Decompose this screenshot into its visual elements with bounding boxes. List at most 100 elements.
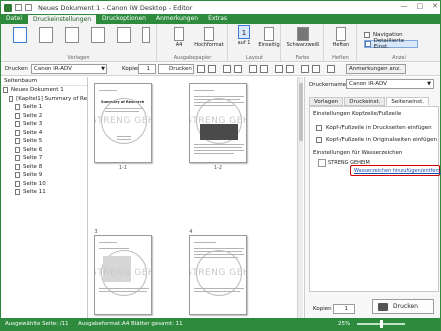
app-window: Neues Dokument 1 - Canon iW Desktop - Ed… (0, 0, 441, 331)
tree-item[interactable]: Neues Dokument 1 (1, 86, 87, 95)
group-label: Ausgabepapier (173, 55, 212, 61)
toolbar-icon-5[interactable] (249, 65, 257, 73)
page-settings-panel: Einstellungen Kopfzeile/Fußzeile Kopf-/F… (309, 106, 441, 292)
close-button[interactable]: ✕ (432, 2, 438, 10)
toolbar-icon-8[interactable] (286, 65, 294, 73)
tree-item[interactable]: Seite 1 (1, 103, 87, 112)
template-5-button[interactable] (113, 27, 135, 44)
show-annotations-button[interactable]: Anmerkungen anz. (346, 64, 406, 74)
preview-scrollbar[interactable] (297, 77, 303, 318)
maximize-button[interactable]: □ (417, 2, 424, 10)
tree-item[interactable]: Seite 5 (1, 137, 87, 146)
toolbar-icon-11[interactable] (327, 65, 335, 73)
zoom-slider-thumb[interactable] (380, 320, 383, 328)
tree-item[interactable]: Seite 6 (1, 146, 87, 155)
watermark-text: STRENG GEHEIM (189, 268, 246, 278)
tree-item[interactable]: Seite 7 (1, 154, 87, 163)
staple-button[interactable]: Heften (329, 27, 353, 48)
title-bar: Neues Dokument 1 - Canon iW Desktop - Ed… (1, 1, 440, 14)
template-more-button[interactable] (139, 27, 153, 44)
tree-item[interactable]: Seite 9 (1, 171, 87, 180)
tree-item-label: Seite 4 (23, 129, 43, 136)
tab-druckeinst[interactable]: Druckeinst. (344, 97, 386, 106)
tree-item[interactable]: Seite 11 (1, 188, 87, 197)
save-icon[interactable] (15, 4, 22, 11)
toolbar-icon-10[interactable] (312, 65, 320, 73)
settings-pane: Druckername: Canon iR-ADV ▼ Vorlagen Druc… (304, 77, 441, 318)
tree-item[interactable]: Seite 2 (1, 112, 87, 121)
folder-icon (9, 95, 14, 102)
group-farbe: Schwarzweiß Farbe (282, 24, 324, 62)
layout-button[interactable]: 1 auf 1 (233, 25, 255, 46)
tree-item[interactable]: [Kapitel1] Summary of Re (1, 95, 87, 104)
tree-item-label: Seite 9 (23, 172, 43, 179)
tab-extras[interactable]: Extras (203, 14, 232, 24)
toolbar-icon-2[interactable] (208, 65, 216, 73)
print-button[interactable]: Drucken (372, 299, 434, 314)
orientation-button[interactable]: Hochformat (192, 27, 226, 48)
minimize-button[interactable]: — (401, 2, 408, 10)
tree-item[interactable]: Seite 4 (1, 129, 87, 138)
template-1-button[interactable] (9, 27, 31, 44)
tab-druckoptionen[interactable]: Druckoptionen (97, 14, 151, 24)
tab-vorlagen[interactable]: Vorlagen (309, 97, 344, 106)
copies-control: Kopien 1 (313, 304, 355, 314)
status-bar: Ausgewählte Seite: /11 Ausgabeformat:A4 … (1, 318, 440, 331)
page-thumbnail[interactable]: STRENG GEHEIM (94, 235, 152, 315)
page-tree: Neues Dokument 1 [Kapitel1] Summary of Re… (1, 86, 87, 197)
tab-druckeinstellungen[interactable]: Druckeinstellungen (27, 14, 98, 24)
copies-input[interactable]: 1 (138, 64, 156, 74)
toolbar-icon-7[interactable] (275, 65, 283, 73)
printer-name-label: Druckername: (309, 82, 348, 88)
undo-icon[interactable] (25, 4, 32, 11)
group-vorlagen: Vorlagen (1, 24, 157, 62)
printer-select[interactable]: Canon iR-ADV ▼ (31, 64, 107, 74)
page-icon (15, 104, 20, 111)
scrollbar-thumb[interactable] (299, 83, 303, 141)
copies-spinner[interactable]: 1 (333, 304, 355, 314)
tree-item[interactable]: Seite 3 (1, 120, 87, 129)
navigation-icon (364, 32, 370, 38)
toolbar-icon-3[interactable] (223, 65, 231, 73)
header-footer-original-checkbox[interactable]: Kopf-/Fußzeile in Originalseiten einfüge… (316, 137, 437, 143)
folder-icon (3, 87, 8, 94)
add-remove-watermark-link[interactable]: Wasserzeichen hinzufügen/entfernen (350, 165, 441, 176)
chevron-down-icon: ▼ (101, 66, 105, 72)
detailed-settings-button[interactable]: Detaillierte Einst. (364, 38, 418, 50)
color-mode-button[interactable]: Schwarzweiß (285, 27, 321, 48)
print-button[interactable]: Drucken (158, 64, 194, 74)
tab-anmerkungen[interactable]: Anmerkungen (151, 14, 203, 24)
tree-item-label: Seite 7 (23, 155, 43, 162)
template-4-button[interactable] (87, 27, 109, 44)
page-thumbnail[interactable]: STRENG GEHEIM (189, 83, 247, 163)
ribbon-tabs: Datei Druckeinstellungen Druckoptionen A… (1, 14, 440, 24)
page-tree-pane: Seitenbaum Neues Dokument 1 [Kapitel1] Su… (1, 77, 88, 318)
page-thumbnail[interactable]: Summary of Research STRENG GEHEIM (94, 83, 152, 163)
header-footer-print-checkbox[interactable]: Kopf-/Fußzeile in Druckseiten einfügen (316, 125, 432, 131)
page-thumbnail[interactable]: STRENG GEHEIM (189, 235, 247, 315)
printer-name-select[interactable]: Canon iR-ADV ▼ (346, 79, 434, 89)
tab-seiteneinst[interactable]: Seiteneinst. (386, 97, 430, 106)
page-icon (15, 138, 20, 145)
toolbar-icon-1[interactable] (197, 65, 205, 73)
toolbar-icon-9[interactable] (301, 65, 309, 73)
paper-size-button[interactable]: A4 (168, 27, 190, 48)
settings-icon (365, 41, 371, 47)
template-2-button[interactable] (35, 27, 57, 44)
page-icon (15, 112, 20, 119)
group-label: Heften (332, 55, 349, 61)
page-icon (15, 146, 20, 153)
tree-item-label: Seite 8 (23, 163, 43, 170)
toolbar-icon-4[interactable] (234, 65, 242, 73)
tree-item-label: Neues Dokument 1 (11, 87, 64, 94)
tree-item[interactable]: Seite 10 (1, 180, 87, 189)
toolbar-icon-6[interactable] (260, 65, 268, 73)
sided-button[interactable]: Einseitig (257, 27, 281, 48)
group-label: Layout (246, 55, 263, 61)
page-number: 1-1 (118, 165, 128, 171)
tree-item-label: Seite 10 (23, 180, 46, 187)
selected-page-status: Ausgewählte Seite: /11 (5, 321, 69, 327)
tab-datei[interactable]: Datei (1, 14, 27, 24)
tree-item[interactable]: Seite 8 (1, 163, 87, 172)
template-3-button[interactable] (61, 27, 83, 44)
